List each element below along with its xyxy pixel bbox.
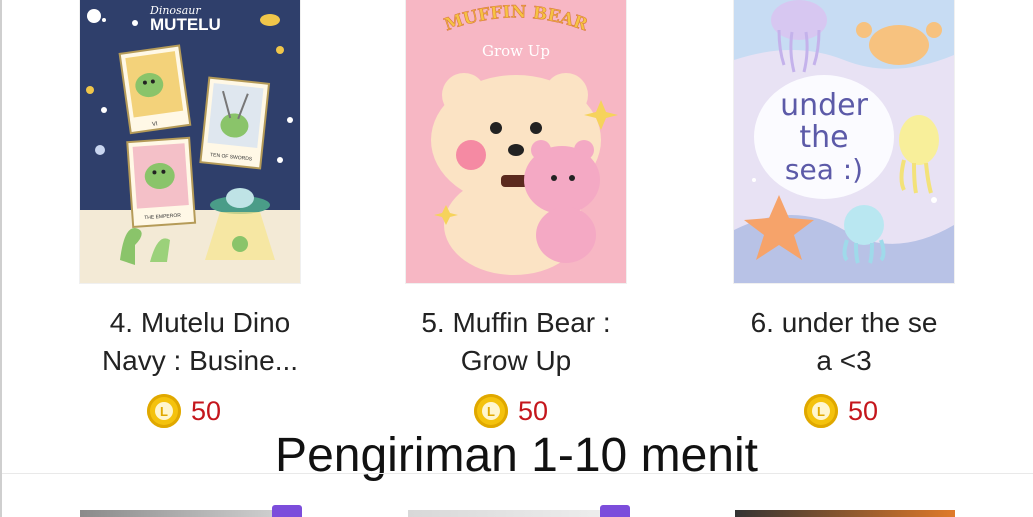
product-title[interactable]: 4. Mutelu Dino Navy : Busine... — [50, 304, 350, 380]
next-product-thumbnail[interactable] — [735, 510, 955, 517]
svg-text:sea :): sea :) — [785, 153, 863, 186]
price: L 50 — [147, 394, 221, 428]
product-card-muffin-bear[interactable]: MUFFIN BEAR Grow Up 5. Muffin Bear : Gro… — [366, 0, 666, 430]
product-title[interactable]: 5. Muffin Bear : Grow Up — [366, 304, 666, 380]
mutelu-dino-artwork: Dinosaur MUTELU VI TEN OF SWORDS THE EMP… — [80, 0, 300, 283]
muffin-bear-artwork: MUFFIN BEAR Grow Up — [406, 0, 626, 283]
product-card-mutelu-dino[interactable]: Dinosaur MUTELU VI TEN OF SWORDS THE EMP… — [50, 0, 350, 430]
product-thumbnail[interactable]: MUFFIN BEAR Grow Up — [406, 0, 626, 283]
price: L 50 — [804, 394, 878, 428]
next-product-thumbnail[interactable] — [408, 510, 630, 517]
svg-text:MUTELU: MUTELU — [150, 15, 221, 34]
delivery-time-banner: Pengiriman 1-10 menit — [275, 429, 758, 482]
product-tag-badge — [600, 505, 630, 517]
coin-icon: L — [804, 394, 838, 428]
svg-text:under: under — [780, 88, 869, 123]
product-title[interactable]: 6. under the se a <3 — [694, 304, 994, 380]
next-product-thumbnail[interactable] — [80, 510, 302, 517]
coin-icon: L — [147, 394, 181, 428]
svg-text:Grow Up: Grow Up — [482, 42, 550, 60]
under-the-sea-artwork: under the sea :) — [734, 0, 954, 283]
product-thumbnail[interactable]: Dinosaur MUTELU VI TEN OF SWORDS THE EMP… — [80, 0, 300, 283]
price-value: 50 — [191, 395, 222, 426]
product-thumbnail[interactable]: under the sea :) — [734, 0, 954, 283]
product-card-under-the-sea[interactable]: under the sea :) 6. under the se a <3 L … — [694, 0, 994, 430]
price-value: 50 — [518, 395, 549, 426]
row-divider — [2, 473, 1033, 474]
price: L 50 — [474, 394, 548, 428]
svg-text:the: the — [799, 120, 848, 155]
product-tag-badge — [272, 505, 302, 517]
price-value: 50 — [848, 395, 879, 426]
coin-icon: L — [474, 394, 508, 428]
